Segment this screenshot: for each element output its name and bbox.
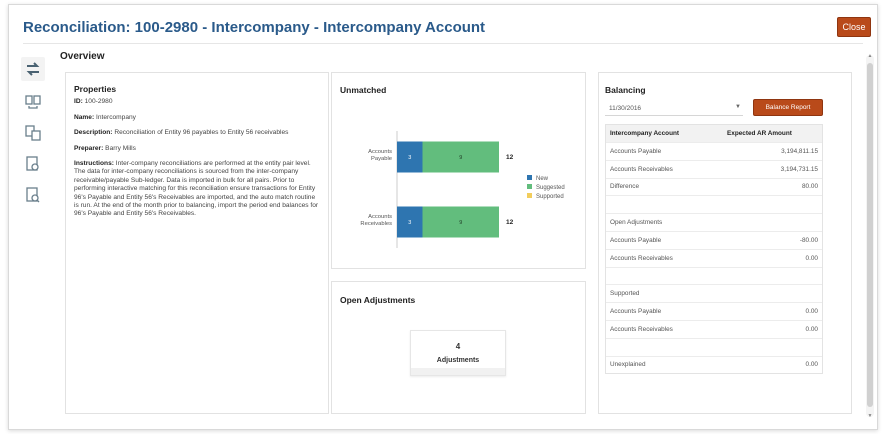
balancing-panel: Balancing 11/30/2016 ▼ Balance Report In…	[598, 72, 852, 414]
table-row	[606, 337, 822, 356]
category-label: Accounts	[368, 214, 392, 220]
row-label: Accounts Payable	[610, 236, 662, 244]
page-title: Reconciliation: 100-2980 - Intercompany …	[23, 19, 486, 36]
bar-value-label: 3	[408, 155, 411, 161]
vertical-scrollbar[interactable]: ▲ ▼	[866, 53, 874, 419]
scroll-thumb[interactable]	[867, 63, 873, 407]
table-row: Open Adjustments	[606, 213, 822, 231]
row-value: 3,194,811.15	[781, 147, 818, 155]
property-instructions: Instructions: Inter-company reconciliati…	[74, 160, 319, 218]
table-row: Accounts Payable 3,194,811.15	[606, 142, 822, 160]
legend-swatch	[527, 175, 532, 180]
unmatched-panel: Unmatched Accounts Payable 3 9 12 Accounts Rec…	[331, 72, 586, 269]
category-label: Receivables	[360, 221, 392, 227]
reconciliation-dialog: Reconciliation: 100-2980 - Intercompany …	[8, 4, 878, 430]
table-row: Supported	[606, 284, 822, 302]
row-label: Accounts Receivables	[610, 254, 673, 262]
scroll-up-icon[interactable]: ▲	[866, 53, 874, 59]
open-adjustments-title: Open Adjustments	[340, 295, 416, 305]
table-row: Accounts Receivables 0.00	[606, 319, 822, 338]
side-tab-bar	[21, 57, 45, 216]
row-label: Accounts Payable	[610, 147, 662, 155]
row-value: 3,194,731.15	[780, 165, 818, 173]
row-label: Supported	[610, 290, 640, 298]
row-value: 0.00	[805, 254, 818, 262]
table-header: Intercompany Account Expected AR Amount	[606, 125, 822, 142]
table-row	[606, 266, 822, 285]
bar-total-label: 12	[506, 154, 514, 161]
row-label: Unexplained	[610, 361, 646, 369]
table-row: Accounts Payable -80.00	[606, 230, 822, 249]
row-label: Accounts Receivables	[610, 165, 673, 173]
table-row: Accounts Receivables 3,194,731.15	[606, 159, 822, 178]
transactions-icon[interactable]	[23, 92, 43, 112]
row-value: 80.00	[802, 183, 818, 191]
table-row: Accounts Payable 0.00	[606, 302, 822, 320]
bar-value-label: 9	[459, 155, 462, 161]
balancing-controls: 11/30/2016 ▼ Balance Report	[605, 99, 845, 121]
balancing-title: Balancing	[605, 85, 646, 95]
bar-value-label: 9	[459, 220, 462, 226]
balance-report-button[interactable]: Balance Report	[753, 99, 823, 116]
unmatched-chart: AccountsPayable 3 9 12AccountsReceivables 3 9…	[360, 131, 514, 248]
table-body: Accounts Payable 3,194,811.15 Accounts Rec…	[606, 142, 822, 373]
row-value: -80.00	[799, 236, 818, 244]
table-row: Accounts Receivables 0.00	[606, 248, 822, 267]
legend-label: New	[536, 176, 549, 182]
close-button[interactable]: Close	[837, 17, 871, 37]
legend-item: Suggested	[527, 184, 565, 193]
property-id: ID: 100-2980	[74, 98, 113, 106]
bar-value-label: 3	[408, 220, 411, 226]
property-name: Name: Intercompany	[74, 113, 136, 121]
balancing-table: Intercompany Account Expected AR Amount …	[605, 124, 823, 375]
scroll-down-icon[interactable]: ▼	[866, 413, 874, 419]
overview-heading: Overview	[60, 51, 105, 62]
property-description: Description: Reconciliation of Entity 96…	[74, 129, 289, 137]
category-label: Accounts	[368, 149, 392, 155]
table-row: Difference 80.00	[606, 177, 822, 196]
row-value: 0.00	[805, 308, 818, 316]
row-value: 0.00	[805, 325, 818, 333]
legend-label: Suggested	[536, 185, 565, 191]
column-header: Intercompany Account	[610, 130, 680, 137]
audit-icon[interactable]	[23, 185, 43, 205]
bar-total-label: 12	[506, 219, 514, 226]
legend-label: Supported	[536, 194, 564, 200]
legend-item: Supported	[527, 193, 565, 202]
properties-title: Properties	[74, 84, 117, 94]
legend-swatch	[527, 184, 532, 189]
row-label: Accounts Payable	[610, 308, 662, 316]
row-label: Open Adjustments	[610, 219, 663, 227]
tile-footer-band	[411, 368, 505, 375]
header-divider	[23, 43, 863, 44]
row-label: Accounts Receivables	[610, 325, 673, 333]
adjustments-count: 4	[455, 342, 461, 351]
properties-panel: Properties ID: 100-2980 Name: Intercompa…	[65, 72, 329, 414]
legend-item: New	[527, 175, 565, 184]
chart-legend: New Suggested Supported	[527, 175, 565, 202]
row-label: Difference	[610, 183, 640, 191]
adjustments-label: Adjustments	[436, 357, 480, 364]
chevron-down-icon: ▼	[735, 104, 741, 110]
property-preparer: Preparer: Barry Mills	[74, 144, 136, 152]
match-icon[interactable]	[23, 123, 43, 143]
adjustments-tile[interactable]: 4 Adjustments	[410, 330, 506, 376]
column-header: Expected AR Amount	[727, 130, 792, 137]
category-label: Payable	[371, 156, 392, 162]
report-icon[interactable]	[23, 154, 43, 174]
reconcile-icon[interactable]	[21, 57, 45, 81]
legend-swatch	[527, 193, 532, 198]
row-value: 0.00	[805, 361, 818, 369]
open-adjustments-panel: Open Adjustments 4 Adjustments	[331, 281, 586, 414]
table-row: Unexplained 0.00	[606, 355, 822, 374]
period-date-select[interactable]: 11/30/2016 ▼	[605, 102, 743, 116]
table-row	[606, 195, 822, 213]
